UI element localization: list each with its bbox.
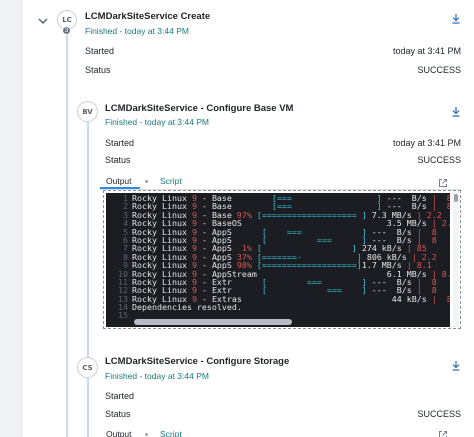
step-title: LCMDarkSiteService Create — [85, 11, 211, 22]
started-label: Started — [105, 391, 135, 401]
started-value: today at 3:41 PM — [392, 138, 461, 148]
step-avatar: BV — [77, 101, 98, 122]
terminal-horizontal-scroll-thumb[interactable] — [134, 319, 292, 325]
chevron-down-icon[interactable] — [36, 14, 50, 28]
timeline-line-main — [66, 32, 68, 437]
status-label: Status — [85, 65, 111, 75]
status-value: SUCCESS — [417, 155, 461, 165]
step-initials: CS — [82, 363, 93, 372]
status-value: SUCCESS — [417, 65, 461, 75]
tab-script[interactable]: Script — [160, 429, 182, 437]
status-label: Status — [105, 409, 131, 419]
left-sidebar-strip — [0, 0, 22, 437]
tab-separator-dot — [145, 433, 148, 436]
external-link-icon[interactable] — [438, 430, 448, 437]
started-label: Started — [85, 46, 115, 56]
status-label: Status — [105, 155, 131, 165]
step-count-badge: 3 — [62, 26, 71, 35]
timeline-line-sub — [87, 120, 89, 365]
download-icon[interactable] — [451, 13, 461, 24]
step-finished-time: Finished - today at 3:44 PM — [105, 117, 209, 127]
status-value: SUCCESS — [417, 409, 461, 419]
terminal-vertical-scroll-thumb[interactable] — [454, 194, 458, 202]
terminal-line: 14 Dependencies resolved. — [106, 303, 450, 312]
download-icon[interactable] — [451, 106, 461, 117]
step-initials: BV — [82, 107, 93, 116]
step-count: 3 — [64, 27, 69, 34]
terminal-vertical-scrollbar[interactable] — [453, 193, 459, 327]
step-title: LCMDarkSiteService - Configure Base VM — [105, 103, 294, 114]
tab-separator-dot — [145, 180, 148, 183]
step-title: LCMDarkSiteService - Configure Storage — [105, 356, 290, 367]
terminal-output[interactable]: 1 Rocky Linux 9 - Base [=== ] --- B/s | 8… — [106, 193, 450, 327]
tab-script[interactable]: Script — [160, 176, 182, 186]
timeline-line-sub-2 — [87, 375, 89, 437]
step-finished-time: Finished - today at 3:44 PM — [85, 26, 189, 36]
download-icon[interactable] — [451, 360, 461, 371]
started-value: today at 3:41 PM — [392, 46, 461, 56]
started-label: Started — [105, 138, 135, 148]
terminal-line-number: 15 — [118, 310, 128, 321]
step-initials: LC — [62, 16, 72, 24]
external-link-icon[interactable] — [438, 178, 448, 188]
tab-output[interactable]: Output — [106, 429, 132, 437]
step-avatar: CS — [77, 357, 98, 378]
tab-output[interactable]: Output — [106, 176, 132, 186]
step-finished-time: Finished - today at 3:44 PM — [105, 371, 209, 381]
